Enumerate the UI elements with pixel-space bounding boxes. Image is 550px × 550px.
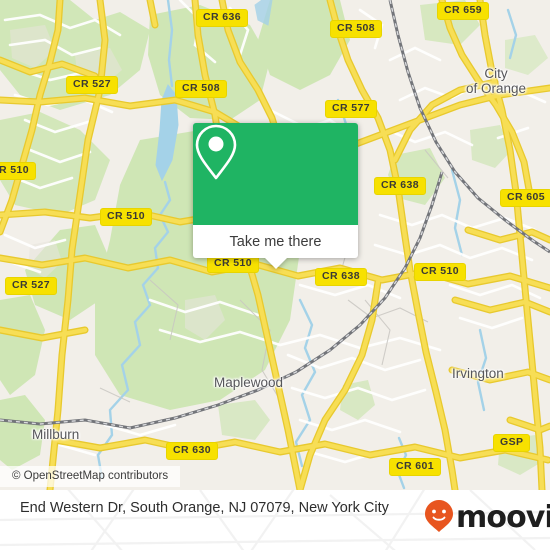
road-shield: CR 527 [5,277,58,295]
road-shield: CR 605 [500,189,550,207]
road-shield: CR 659 [437,2,490,20]
road-shield: CR 510 [414,263,467,281]
popup-header [193,123,358,225]
road-shield: CR 636 [196,9,249,27]
popup-pointer-tail [264,258,287,269]
place-label-line1: City [484,66,508,81]
popup-action-bar[interactable]: Take me there [193,225,358,258]
address-text: End Western Dr, South Orange, NJ 07079, … [20,500,389,516]
road-shield: GSP [493,434,531,452]
place-label-city-of-orange: City of Orange [466,66,526,96]
map-canvas[interactable]: CR 636 CR 508 CR 659 CR 527 CR 508 CR 57… [0,0,550,490]
road-shield: CR 508 [175,80,228,98]
moovit-pin-icon [424,499,454,538]
screenshot-root: CR 636 CR 508 CR 659 CR 527 CR 508 CR 57… [0,0,550,550]
moovit-wordmark: moovit [456,500,550,535]
place-label-maplewood: Maplewood [214,375,284,390]
road-shield: CR 527 [66,76,119,94]
place-label-millburn: Millburn [32,427,80,442]
road-shield: CR 510 [100,208,153,226]
road-shield: CR 601 [389,458,442,476]
road-shield: CR 508 [330,20,383,38]
road-shield: CR 510 [0,162,37,180]
road-shield: CR 577 [325,100,378,118]
take-me-there-label: Take me there [229,233,322,250]
place-label-irvington: Irvington [452,366,504,381]
osm-attribution[interactable]: © OpenStreetMap contributors [0,466,181,487]
location-popup-card[interactable]: Take me there [193,123,358,269]
road-shield: CR 638 [315,268,368,286]
moovit-brand-logo: moovit [424,499,550,538]
road-shield: CR 630 [166,442,219,460]
place-label-line2: of Orange [466,81,527,96]
road-shield: CR 638 [374,177,427,195]
